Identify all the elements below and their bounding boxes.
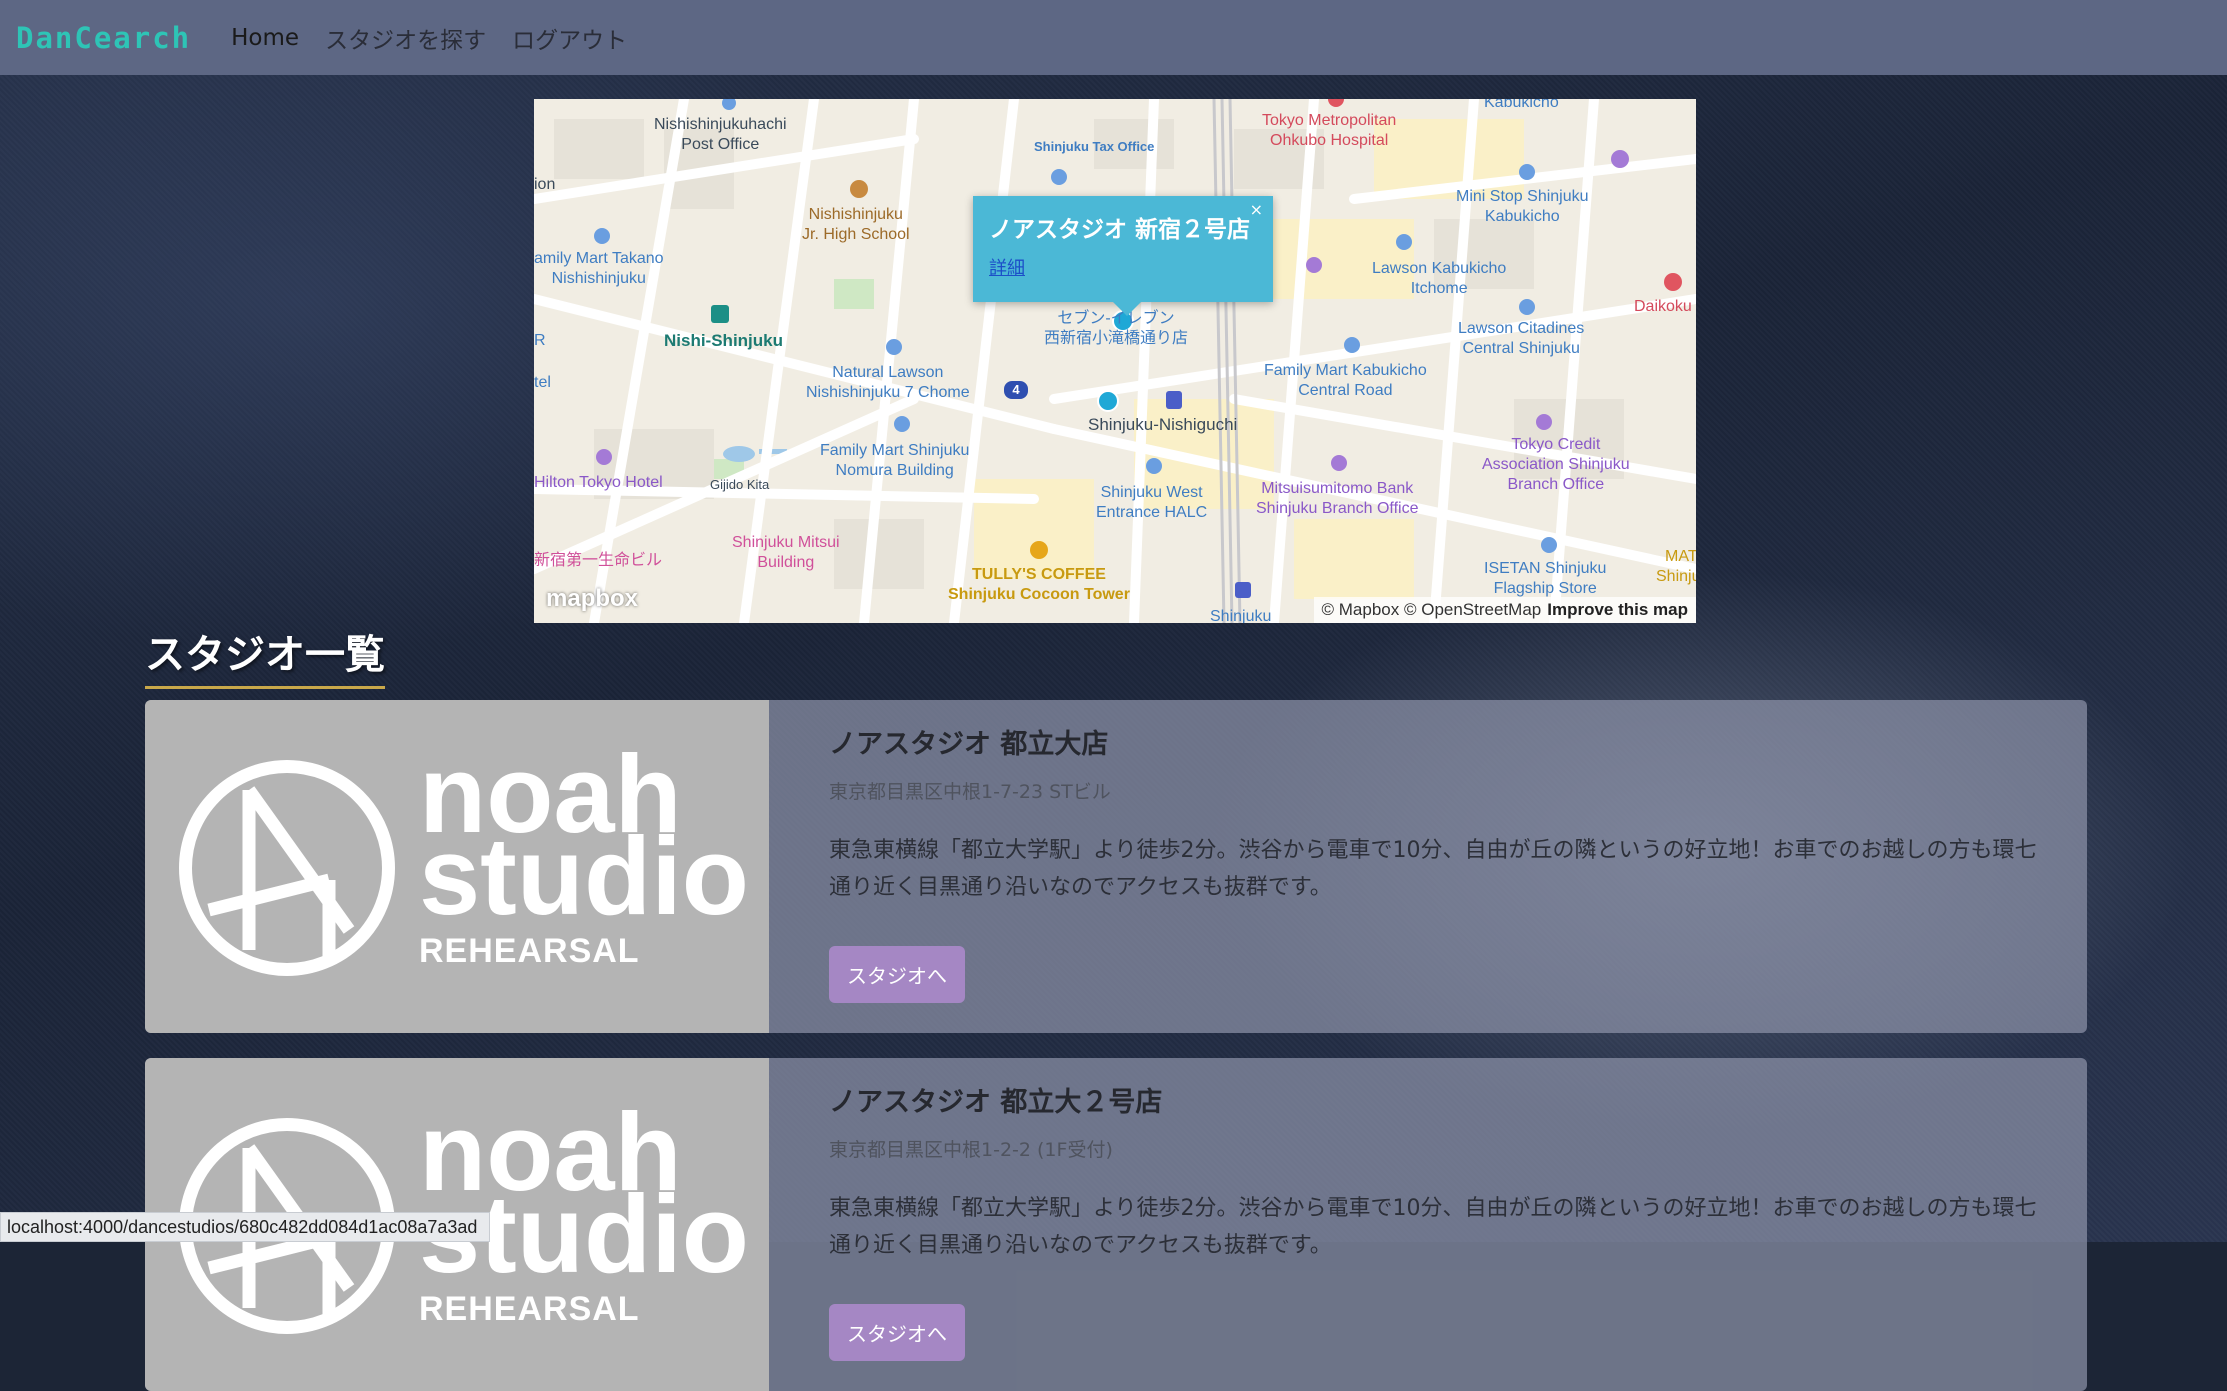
studio-card-body: ノアスタジオ 都立大２号店 東京都目黒区中根1-2-2 (1F受付) 東急東横線…: [769, 1058, 2087, 1391]
improve-map-link[interactable]: Improve this map: [1547, 600, 1688, 619]
map-label-tokyo-credit: Tokyo Credit Association Shinjuku Branch O…: [1482, 436, 1630, 493]
popup-close-button[interactable]: ×: [1250, 200, 1263, 219]
map-label-tel: tel: [534, 374, 551, 391]
studio-address: 東京都目黒区中根1-7-23 STビル: [829, 781, 1111, 803]
map-label-daikoku: Daikoku D: [1634, 298, 1696, 315]
map-label-mitsui: Shinjuku Mitsui Building: [732, 534, 840, 571]
map-label-r: R: [534, 332, 546, 349]
studio-marker[interactable]: [1097, 390, 1119, 412]
studio-card-body: ノアスタジオ 都立大店 東京都目黒区中根1-7-23 STビル 東急東横線「都立…: [769, 700, 2087, 1033]
logo-word-studio: studio: [419, 815, 749, 938]
map-label-mats: MATSShinjuku: [1656, 548, 1696, 585]
go-to-studio-button[interactable]: スタジオへ: [829, 946, 965, 1003]
popup-title: ノアスタジオ 新宿２号店: [989, 217, 1251, 243]
logo-word-rehearsal: REHEARSAL: [419, 932, 640, 970]
navbar: DanCearch Home スタジオを探す ログアウト: [0, 0, 2227, 75]
map-label-shinjuku: Shinjuku: [1210, 608, 1272, 623]
map-label-ion: ion: [534, 176, 556, 193]
nav-find-studio[interactable]: スタジオを探す: [325, 21, 486, 55]
map-streets: [534, 99, 1696, 623]
map-label-hilton: Hilton Tokyo Hotel: [534, 474, 663, 491]
popup-detail-link[interactable]: 詳細: [989, 254, 1025, 280]
studio-name: ノアスタジオ 都立大２号店: [829, 1087, 1163, 1118]
map-label-famima-takano: amily Mart Takano Nishishinjuku: [534, 250, 664, 287]
map-label-halc: Shinjuku West Entrance HALC: [1096, 484, 1208, 521]
map-label-nishi-shinjuku: Nishi-Shinjuku: [664, 331, 783, 350]
map-label-post-office: Nishishinjukuhachi Post Office: [654, 116, 787, 153]
map-label-school: Nishishinjuku Jr. High School: [802, 206, 910, 243]
map-label-tullys: TULLY'S COFFEE Shinjuku Cocoon Tower: [948, 566, 1130, 603]
studio-description: 東急東横線「都立大学駅」より徒歩2分。渋谷から電車で10分、自由が丘の隣というの…: [829, 1196, 2037, 1258]
brand-logo[interactable]: DanCearch: [16, 21, 191, 55]
map-label-lawson-1: Lawson Kabukicho Itchome: [1372, 260, 1507, 297]
studio-map[interactable]: Nishishinjukuhachi Post Office Shinjuku T…: [534, 99, 1696, 623]
map-label-famima-nomura: Family Mart Shinjuku Nomura Building: [820, 442, 970, 479]
map-route-shield: 4: [1012, 382, 1020, 397]
map-label-ministop: Mini Stop Shinjuku Kabukicho: [1456, 188, 1589, 225]
map-label-isetan: ISETAN Shinjuku Flagship Store: [1484, 560, 1607, 597]
browser-status-url: localhost:4000/dancestudios/680c482dd084…: [0, 1212, 491, 1242]
logo-word-rehearsal: REHEARSAL: [419, 1290, 640, 1328]
map-label-tax-office: Shinjuku Tax Office: [1034, 139, 1155, 154]
studio-image: noah studio REHEARSAL: [145, 700, 769, 1033]
map-label-smbc: Mitsuisumitomo Bank Shinjuku Branch Offic…: [1256, 480, 1419, 517]
map-label-nishiguchi: Shinjuku-Nishiguchi: [1088, 415, 1238, 434]
nav-home[interactable]: Home: [231, 25, 299, 51]
studio-description: 東急東横線「都立大学駅」より徒歩2分。渋谷から電車で10分、自由が丘の隣というの…: [829, 838, 2037, 900]
map-label-kabukicho: Kabukicho: [1484, 99, 1559, 111]
studio-name: ノアスタジオ 都立大店: [829, 729, 1109, 760]
go-to-studio-button[interactable]: スタジオへ: [829, 1304, 965, 1361]
nav-logout[interactable]: ログアウト: [512, 21, 627, 55]
studio-card: noah studio REHEARSAL ノアスタジオ 都立大店 東京都目黒区…: [145, 700, 2087, 1033]
map-label-lawson-citadines: Lawson Citadines Central Shinjuku: [1458, 320, 1585, 357]
mapbox-logo[interactable]: mapbox: [546, 585, 638, 613]
map-attribution: © Mapbox © OpenStreetMap Improve this map: [1313, 597, 1696, 623]
attribution-text[interactable]: © Mapbox © OpenStreetMap: [1322, 600, 1542, 619]
map-label-gijido: Gijido Kita: [710, 477, 770, 492]
map-label-famima-central: Family Mart Kabukicho Central Road: [1264, 362, 1427, 399]
section-title: スタジオ一覧: [145, 622, 385, 689]
map-label-natural-lawson: Natural Lawson Nishishinjuku 7 Chome: [806, 364, 970, 401]
map-label-hospital: Tokyo Metropolitan Ohkubo Hospital: [1262, 112, 1397, 149]
map-label-seimei: 新宿第一生命ビル: [534, 552, 663, 569]
map-popup: ノアスタジオ 新宿２号店 詳細 ×: [973, 196, 1273, 316]
studio-address: 東京都目黒区中根1-2-2 (1F受付): [829, 1139, 1113, 1161]
